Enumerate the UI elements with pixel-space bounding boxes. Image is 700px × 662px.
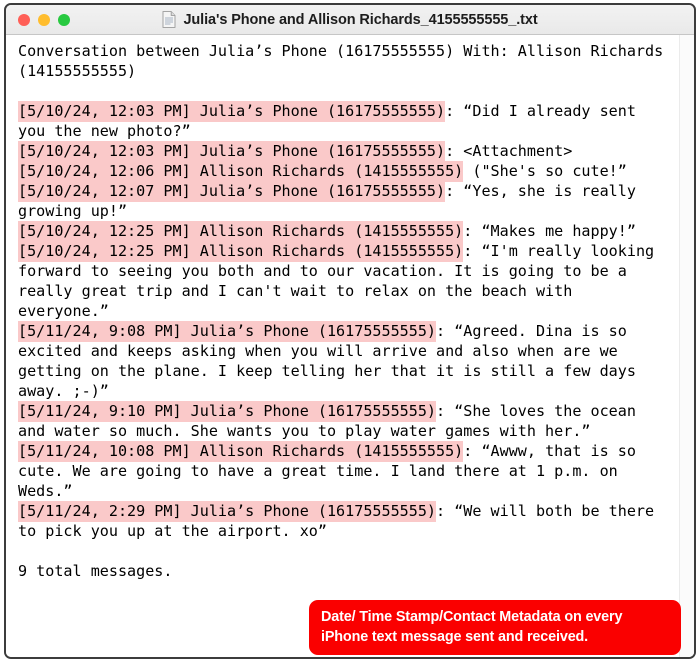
message-metadata: [5/10/24, 12:06 PM] Allison Richards (14… <box>18 161 464 182</box>
message-metadata: [5/10/24, 12:03 PM] Julia’s Phone (16175… <box>18 101 446 122</box>
conversation-header: Conversation between Julia’s Phone (1617… <box>18 42 673 80</box>
window-title: Julia's Phone and Allison Richards_41555… <box>183 11 538 28</box>
message-line: [5/10/24, 12:06 PM] Allison Richards (14… <box>18 161 671 182</box>
document-body: Conversation between Julia’s Phone (1617… <box>6 35 694 657</box>
message-metadata: [5/11/24, 9:10 PM] Julia’s Phone (161755… <box>18 401 437 422</box>
callout-line-1: Date/ Time Stamp/Contact Metadata on eve… <box>321 609 623 625</box>
message-metadata: [5/10/24, 12:03 PM] Julia’s Phone (16175… <box>18 141 446 162</box>
vertical-scrollbar[interactable] <box>679 35 694 657</box>
message-line: [5/10/24, 12:03 PM] Julia’s Phone (16175… <box>18 141 671 162</box>
annotation-callout: Date/ Time Stamp/Contact Metadata on eve… <box>309 600 681 655</box>
message-body: : <Attachment> <box>445 142 573 160</box>
message-body: : “Makes me happy!” <box>463 222 636 240</box>
message-metadata: [5/11/24, 10:08 PM] Allison Richards (14… <box>18 441 464 462</box>
message-metadata: [5/10/24, 12:25 PM] Allison Richards (14… <box>18 241 464 262</box>
window-title-group: Julia's Phone and Allison Richards_41555… <box>6 11 694 28</box>
message-metadata: [5/11/24, 9:08 PM] Julia’s Phone (161755… <box>18 321 437 342</box>
message-line: [5/11/24, 2:29 PM] Julia’s Phone (161755… <box>18 501 671 541</box>
minimize-button[interactable] <box>38 13 50 26</box>
message-metadata: [5/11/24, 2:29 PM] Julia’s Phone (161755… <box>18 501 437 522</box>
message-line: [5/11/24, 10:08 PM] Allison Richards (14… <box>18 441 671 501</box>
message-line: [5/10/24, 12:25 PM] Allison Richards (14… <box>18 221 671 242</box>
close-button[interactable] <box>18 13 30 26</box>
maximize-button[interactable] <box>58 13 70 26</box>
window-titlebar[interactable]: Julia's Phone and Allison Richards_41555… <box>6 5 694 35</box>
text-content-area[interactable]: Conversation between Julia’s Phone (1617… <box>6 35 679 657</box>
text-document-icon <box>162 11 176 28</box>
message-line: [5/10/24, 12:25 PM] Allison Richards (14… <box>18 241 671 321</box>
message-count-footer: 9 total messages. <box>18 562 173 580</box>
message-line: [5/10/24, 12:03 PM] Julia’s Phone (16175… <box>18 101 671 141</box>
callout-line-2: iPhone text message sent and received. <box>321 629 589 645</box>
window-controls <box>18 13 70 26</box>
text-file-window: Julia's Phone and Allison Richards_41555… <box>4 3 696 659</box>
message-metadata: [5/10/24, 12:25 PM] Allison Richards (14… <box>18 221 464 242</box>
message-line: [5/10/24, 12:07 PM] Julia’s Phone (16175… <box>18 181 671 221</box>
message-line: [5/11/24, 9:10 PM] Julia’s Phone (161755… <box>18 401 671 441</box>
message-body: ("She's so cute!” <box>463 162 627 180</box>
message-metadata: [5/10/24, 12:07 PM] Julia’s Phone (16175… <box>18 181 446 202</box>
message-line: [5/11/24, 9:08 PM] Julia’s Phone (161755… <box>18 321 671 401</box>
